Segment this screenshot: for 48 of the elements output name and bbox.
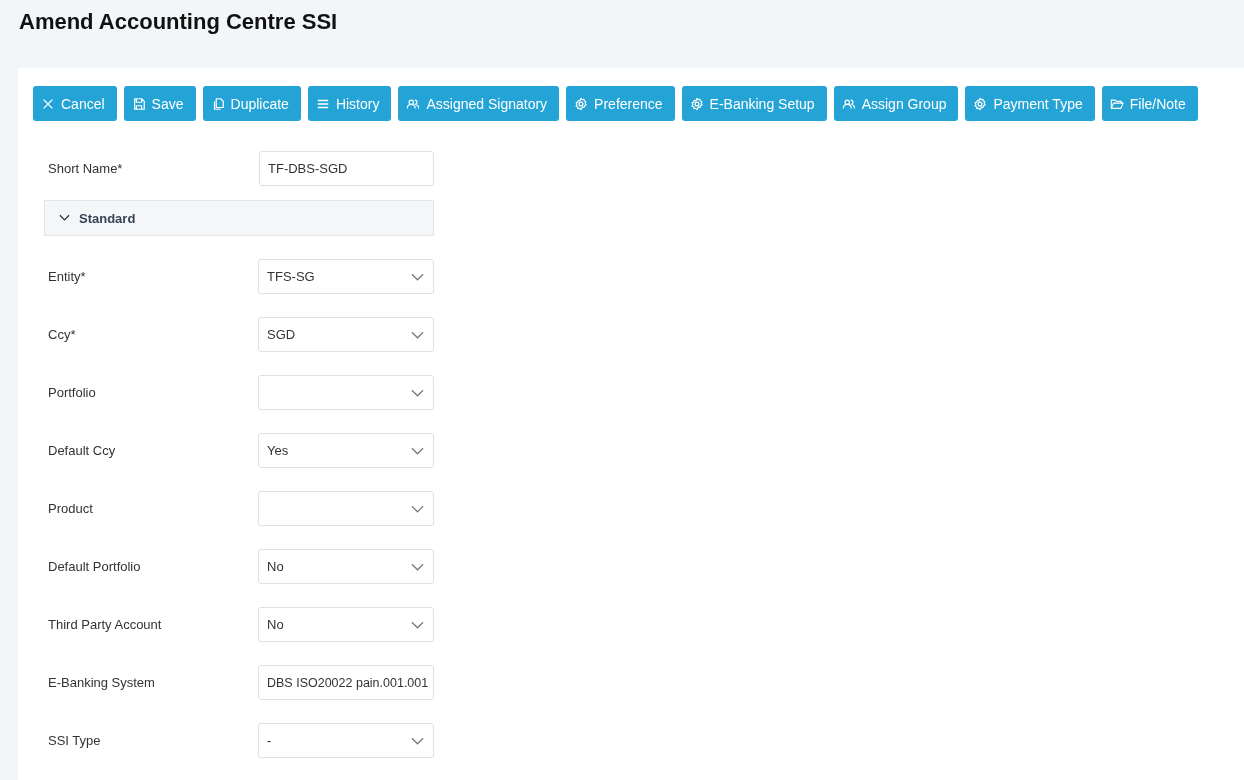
field-label: Short Name* — [48, 161, 123, 176]
field-label: E-Banking System — [48, 675, 155, 690]
toolbar-button[interactable]: History — [307, 86, 392, 121]
field-label: Entity* — [48, 269, 86, 284]
chevron-down-icon — [411, 388, 424, 397]
chevron-down-icon — [411, 446, 424, 455]
settings-icon — [973, 96, 988, 111]
field-label: Third Party Account — [48, 617, 162, 632]
section-header[interactable]: Standard — [44, 200, 434, 236]
page-title: Amend Accounting Centre SSI — [18, 8, 339, 35]
toolbar-button[interactable]: Assign Group — [833, 86, 959, 121]
chevron-down-icon — [411, 620, 424, 629]
save-icon — [131, 96, 146, 111]
toolbar-button[interactable]: Save — [123, 86, 196, 121]
users-icon — [841, 96, 856, 111]
field-label: SSI Type — [48, 733, 101, 748]
toolbar-button[interactable]: File/Note — [1101, 86, 1198, 121]
toolbar-button[interactable]: Assigned Signatory — [398, 86, 560, 121]
dropdown-field[interactable]: No — [258, 549, 434, 584]
field-label: Default Ccy — [48, 443, 116, 458]
chevron-down-icon — [411, 330, 424, 339]
chevron-down-icon — [411, 736, 424, 745]
field-label: Default Portfolio — [48, 559, 141, 574]
dropdown-field[interactable]: No — [258, 607, 434, 642]
dropdown-field[interactable]: TFS-SG — [258, 259, 434, 294]
field-label: Ccy* — [48, 327, 76, 342]
dropdown-field[interactable]: SGD — [258, 317, 434, 352]
field-label: Portfolio — [48, 385, 96, 400]
dropdown-field[interactable]: Yes — [258, 433, 434, 468]
settings-icon — [689, 96, 704, 111]
folder-icon — [1109, 96, 1124, 111]
toolbar-button[interactable]: Cancel — [33, 86, 117, 121]
chevron-down-icon — [411, 272, 424, 281]
chevron-down-icon — [411, 562, 424, 571]
toolbar-button[interactable]: Preference — [566, 86, 675, 121]
users-icon — [406, 96, 421, 111]
toolbar-button[interactable]: E-Banking Setup — [681, 86, 827, 121]
dropdown-field[interactable] — [258, 375, 434, 410]
settings-icon — [574, 96, 589, 111]
dropdown-field[interactable] — [258, 491, 434, 526]
chevron-icon — [59, 214, 70, 222]
toolbar-button[interactable]: Duplicate — [202, 86, 301, 121]
short-name-field[interactable]: TF-DBS-SGD — [259, 151, 434, 186]
chevron-down-icon — [411, 504, 424, 513]
dropdown-field[interactable]: - — [258, 723, 434, 758]
input-field[interactable]: DBS ISO20022 pain.001.001 — [258, 665, 434, 700]
toolbar-button[interactable]: Payment Type — [965, 86, 1095, 121]
field-label: Product — [48, 501, 93, 516]
